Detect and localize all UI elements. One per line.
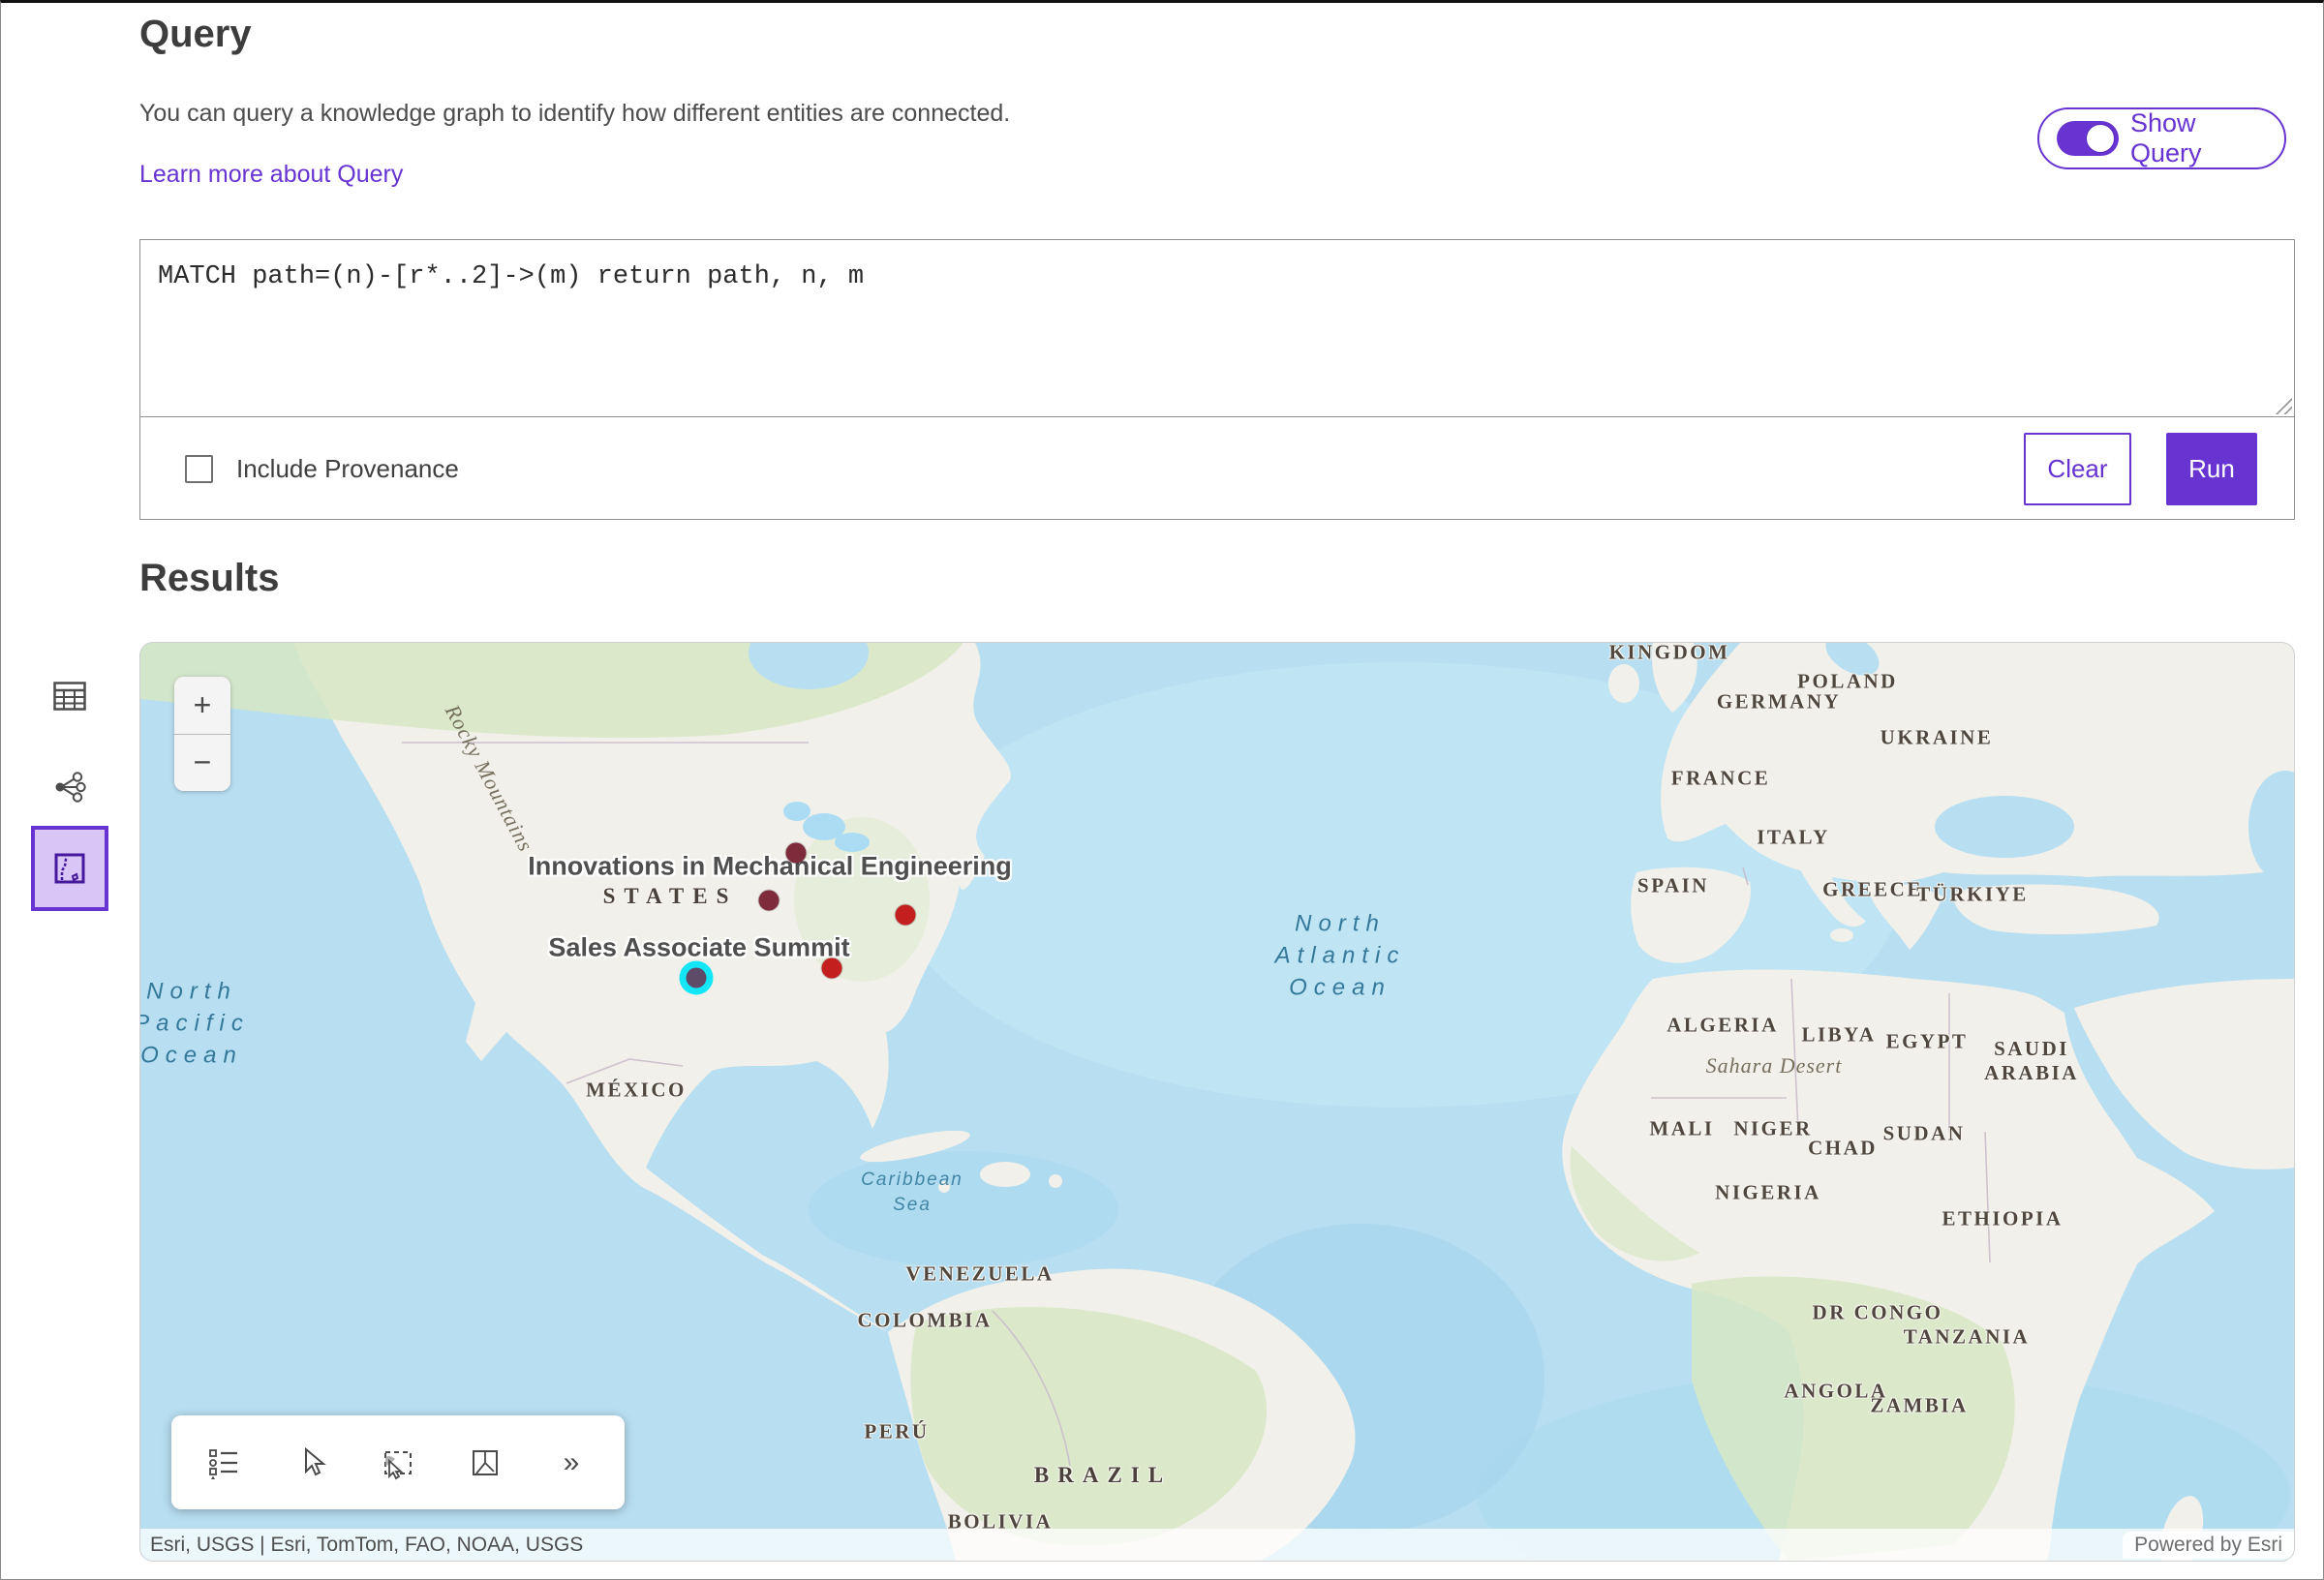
select-by-polygon-icon (468, 1445, 503, 1480)
map-marker[interactable] (786, 843, 807, 864)
map-viewport[interactable]: KINGDOMPOLANDGERMANYUKRAINEFRANCEITALYSP… (139, 642, 2295, 1562)
query-footer: Include Provenance Clear Run (140, 418, 2294, 519)
map-marker[interactable] (822, 958, 842, 979)
page-title: Query (139, 13, 252, 56)
show-query-label: Show Query (2130, 108, 2267, 168)
select-by-rectangle-button[interactable] (377, 1442, 419, 1484)
link-chart-view-button[interactable] (45, 762, 95, 812)
legend-list-icon (206, 1445, 241, 1480)
table-view-button[interactable] (45, 671, 95, 721)
toggle-knob (2086, 124, 2115, 153)
checkbox-icon[interactable] (185, 455, 213, 483)
query-page: Query You can query a knowledge graph to… (0, 0, 2324, 1580)
zoom-in-button[interactable]: + (174, 677, 230, 735)
include-provenance-checkbox[interactable]: Include Provenance (185, 454, 459, 484)
results-title: Results (139, 557, 280, 600)
clear-button[interactable]: Clear (2024, 433, 2131, 505)
query-description: You can query a knowledge graph to ident… (139, 100, 1010, 128)
pointer-select-button[interactable] (290, 1442, 332, 1484)
select-by-polygon-button[interactable] (464, 1442, 506, 1484)
map-marker-selected[interactable] (687, 968, 707, 988)
show-query-toggle[interactable]: Show Query (2037, 107, 2286, 169)
expand-toolbar-icon: » (564, 1446, 582, 1479)
attribution-sources: Esri, USGS | Esri, TomTom, FAO, NOAA, US… (150, 1534, 583, 1557)
table-icon (53, 682, 86, 711)
legend-list-button[interactable] (202, 1442, 245, 1484)
select-by-rectangle-icon (380, 1445, 416, 1480)
map-marker[interactable] (759, 891, 780, 911)
query-actions: Clear Run (2024, 433, 2294, 505)
map-icon (54, 853, 85, 884)
pointer-select-icon (293, 1445, 328, 1480)
zoom-out-button[interactable]: − (174, 735, 230, 792)
query-input[interactable]: MATCH path=(n)-[r*..2]->(m) return path,… (140, 240, 2294, 417)
run-button[interactable]: Run (2166, 433, 2257, 505)
map-zoom-control: + − (174, 677, 230, 791)
toggle-switch-icon[interactable] (2057, 121, 2119, 156)
map-view-button[interactable] (31, 826, 108, 911)
map-attribution: Esri, USGS | Esri, TomTom, FAO, NOAA, US… (140, 1529, 2294, 1561)
map-toolbar: » (171, 1415, 625, 1509)
expand-toolbar-button[interactable]: » (551, 1442, 594, 1484)
include-provenance-label: Include Provenance (236, 454, 459, 484)
query-editor-panel: MATCH path=(n)-[r*..2]->(m) return path,… (139, 239, 2295, 520)
map-marker[interactable] (896, 905, 916, 926)
learn-more-link[interactable]: Learn more about Query (139, 161, 403, 189)
link-chart-icon (53, 771, 86, 804)
powered-by-esri: Powered by Esri (2123, 1532, 2294, 1559)
